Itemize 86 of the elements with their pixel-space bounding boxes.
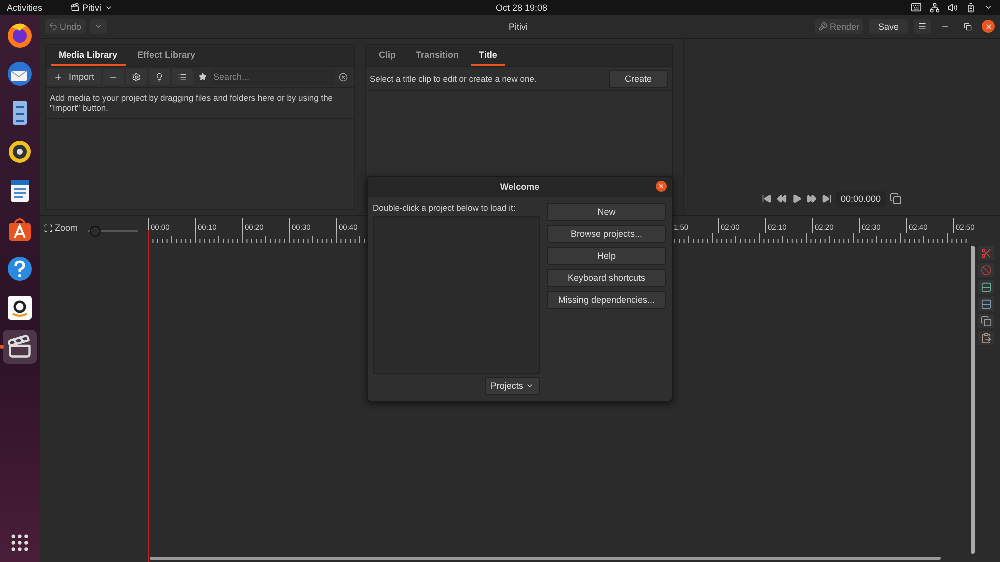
shopping-bag-icon [6, 216, 34, 244]
dialog-button[interactable]: Help [547, 247, 666, 265]
rows-icon [980, 282, 992, 292]
copy-button[interactable] [978, 314, 994, 328]
tab[interactable]: Transition [408, 45, 468, 66]
create-button[interactable]: Create [608, 70, 668, 88]
dialog-button[interactable]: Browse projects... [547, 225, 666, 243]
star-icon [198, 73, 207, 81]
rewind-button[interactable] [776, 193, 788, 205]
horizontal-scrollbar[interactable] [150, 557, 941, 560]
detach-viewer-button[interactable] [889, 192, 904, 206]
group-button[interactable] [978, 280, 994, 294]
dialog-prompt: Double-click a project below to load it: [373, 203, 517, 213]
fast-forward-button[interactable] [806, 193, 818, 205]
close-button[interactable] [656, 181, 667, 192]
lightbulb-icon [154, 72, 164, 82]
browser-icon [6, 21, 34, 49]
title-message: Select a title clip to edit or create a new one. [370, 74, 537, 84]
dashed-square-icon [44, 224, 53, 232]
undo-icon [49, 22, 58, 31]
list-icon [178, 72, 187, 82]
menu-icon [918, 22, 927, 31]
tab[interactable]: Title [471, 45, 506, 66]
clapperboard-icon [70, 3, 80, 12]
caret-icon [526, 382, 534, 390]
app-menu[interactable]: Pitivi [70, 2, 113, 12]
restore-icon [964, 22, 972, 30]
play-icon [792, 194, 802, 204]
skip-back-icon [762, 194, 772, 204]
apps-grid-icon[interactable] [9, 532, 31, 554]
network-icon[interactable] [930, 2, 940, 12]
list-view-button[interactable] [172, 69, 193, 85]
dock-item[interactable] [3, 330, 37, 364]
plus-icon [54, 72, 63, 82]
help-icon [6, 255, 34, 283]
lightbulb-button[interactable] [148, 69, 170, 85]
settings-icon [132, 72, 141, 82]
clipboard-icon [980, 332, 992, 344]
caret-icon[interactable] [984, 3, 993, 12]
key-icon [818, 22, 828, 31]
dialog-title: Welcome [500, 182, 540, 192]
clear-icon [339, 72, 348, 82]
save-button[interactable]: Save [869, 19, 908, 34]
tab[interactable]: Clip [371, 45, 404, 66]
keyboard-icon[interactable] [911, 2, 922, 13]
rows-icon [980, 298, 992, 310]
tab[interactable]: Effect Library [130, 45, 204, 66]
window-title: Pitivi [509, 22, 528, 32]
menu-button[interactable] [914, 19, 931, 34]
paste-button[interactable] [978, 331, 994, 345]
close-button[interactable] [982, 20, 995, 33]
projects-dropdown[interactable]: Projects [484, 377, 540, 395]
battery-icon[interactable] [966, 2, 976, 12]
skip-forward-button[interactable] [820, 193, 833, 205]
media-hint: Add media to your project by dragging files and folders here or by using the "Import" button. [46, 88, 354, 119]
fast-forward-icon [806, 194, 817, 204]
speaker-icon [6, 138, 34, 166]
time-field[interactable]: 00:00.000 [836, 191, 886, 207]
vertical-scrollbar[interactable] [971, 246, 975, 554]
skip-back-button[interactable] [760, 193, 773, 205]
play-button[interactable] [790, 193, 803, 205]
close-icon [984, 22, 992, 30]
dialog-button[interactable]: Missing dependencies... [547, 291, 666, 309]
dialog-button[interactable]: Keyboard shortcuts [547, 269, 666, 287]
copy-icon [980, 316, 992, 326]
close-icon [658, 183, 665, 190]
windows-icon [890, 193, 902, 205]
tab[interactable]: Media Library [51, 45, 126, 66]
ungroup-button[interactable] [978, 297, 994, 311]
split-button[interactable] [978, 246, 994, 260]
skip-forward-icon [822, 194, 832, 204]
settings-button[interactable] [126, 69, 147, 85]
slider-thumb[interactable] [90, 226, 102, 237]
mail-icon [6, 60, 34, 88]
activities-button[interactable]: Activities [7, 2, 43, 12]
zoom-toggle[interactable]: Zoom [44, 223, 78, 233]
ban-icon [980, 264, 992, 276]
volume-icon[interactable] [948, 2, 958, 12]
scissors-icon [980, 248, 992, 258]
dialog-button[interactable]: New [547, 203, 666, 221]
import-button[interactable]: Import [48, 69, 101, 85]
search-field[interactable]: Search... [210, 69, 335, 85]
clapperboard-icon [7, 334, 33, 360]
shopping-icon [6, 294, 34, 322]
rewind-icon [776, 194, 787, 204]
clock[interactable]: Oct 28 19:08 [496, 2, 548, 12]
